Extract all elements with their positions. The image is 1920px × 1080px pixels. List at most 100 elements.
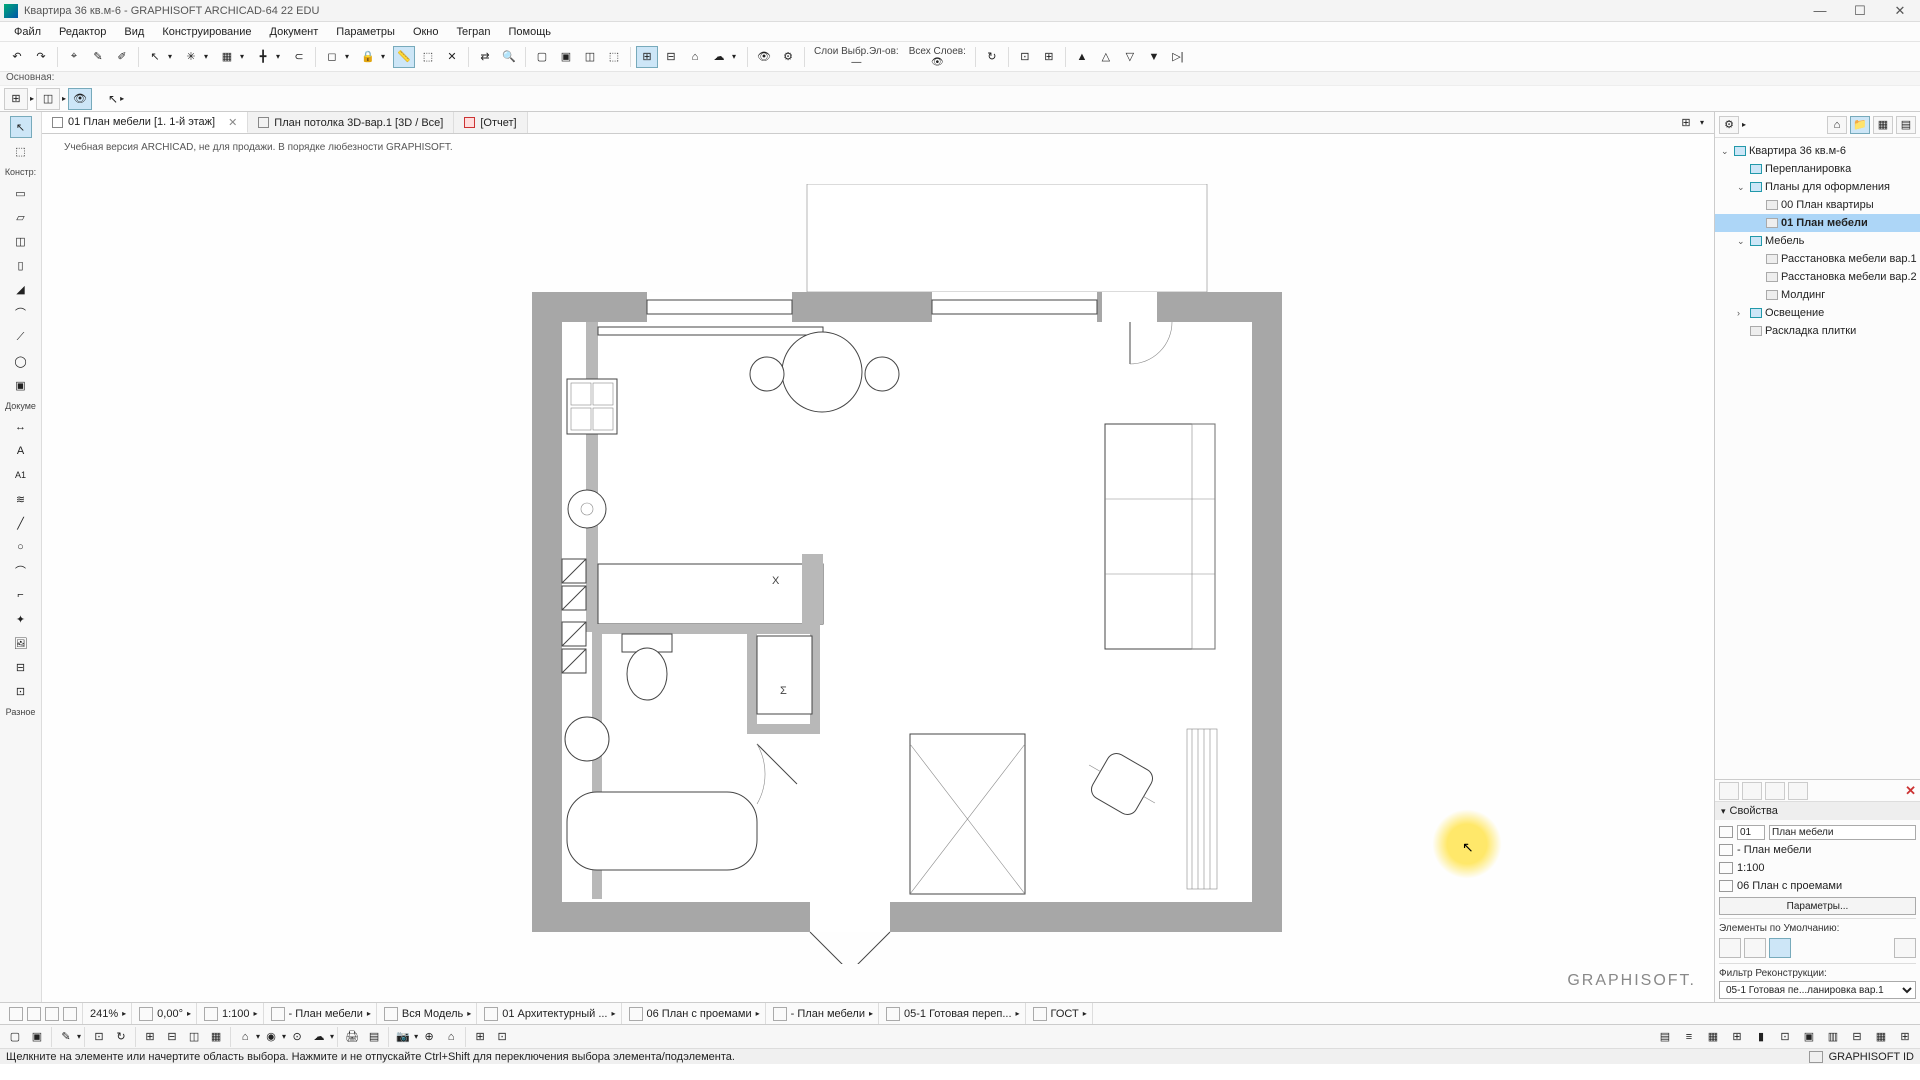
- bt-3[interactable]: ✎: [55, 1027, 77, 1047]
- nav-publish-icon[interactable]: ▤: [1896, 116, 1916, 134]
- bt-15[interactable]: ▤: [363, 1027, 385, 1047]
- bt-1[interactable]: ▢: [4, 1027, 26, 1047]
- align2-icon[interactable]: ⊞: [1038, 46, 1060, 68]
- default-btn-4[interactable]: [1894, 938, 1916, 958]
- next-icon[interactable]: ▷|: [1167, 46, 1189, 68]
- menu-window[interactable]: Окно: [405, 24, 447, 40]
- prop-close-icon[interactable]: ✕: [1905, 783, 1916, 799]
- bt-18[interactable]: ⌂: [440, 1027, 462, 1047]
- bt-6[interactable]: ⊞: [139, 1027, 161, 1047]
- br-9[interactable]: ⊟: [1846, 1027, 1868, 1047]
- graphisoft-id[interactable]: GRAPHISOFT ID: [1829, 1051, 1914, 1063]
- tree-item[interactable]: ⌄Мебель: [1715, 232, 1920, 250]
- name-field[interactable]: [1769, 825, 1916, 840]
- bt-12[interactable]: ⊙: [286, 1027, 308, 1047]
- br-4[interactable]: ⊞: [1726, 1027, 1748, 1047]
- zoom-in-icon[interactable]: [45, 1007, 59, 1021]
- line-tool[interactable]: ╱: [10, 512, 32, 534]
- tree-item[interactable]: 00 План квартиры: [1715, 196, 1920, 214]
- prop-btn-1[interactable]: [1719, 782, 1739, 800]
- circle-tool[interactable]: ○: [10, 536, 32, 558]
- prop-btn-2[interactable]: [1742, 782, 1762, 800]
- up-icon[interactable]: ▲: [1071, 46, 1093, 68]
- nav-settings-icon[interactable]: ⚙: [1719, 116, 1739, 134]
- default-btn-1[interactable]: [1719, 938, 1741, 958]
- menu-help[interactable]: Помощь: [500, 24, 559, 40]
- snap-guide-icon[interactable]: ⊟: [660, 46, 682, 68]
- gear-icon[interactable]: ⚙: [777, 46, 799, 68]
- br-1[interactable]: ▤: [1654, 1027, 1676, 1047]
- menu-terrain[interactable]: Teгрan: [449, 24, 499, 40]
- wall-tool[interactable]: ▭: [10, 182, 32, 204]
- arrow-tool[interactable]: ↖: [10, 116, 32, 138]
- marquee-tool[interactable]: ⬚: [10, 140, 32, 162]
- find-icon[interactable]: 🔍: [498, 46, 520, 68]
- scale-value[interactable]: 1:100: [222, 1008, 250, 1020]
- menu-design[interactable]: Конструирование: [154, 24, 259, 40]
- filter-select[interactable]: 05-1 Готовая пе...ланировка вар.1: [1719, 981, 1916, 999]
- tab-3d[interactable]: План потолка 3D-вар.1 [3D / Все]: [248, 112, 454, 133]
- tab-report[interactable]: [Отчет]: [454, 112, 527, 133]
- bt-8[interactable]: ◫: [183, 1027, 205, 1047]
- lock-icon[interactable]: 🔒: [357, 46, 379, 68]
- navigator-tree[interactable]: ⌄Квартира 36 кв.м-6Перепланировка⌄Планы …: [1715, 138, 1920, 779]
- bt-14[interactable]: 🖨: [341, 1027, 363, 1047]
- fill-tool[interactable]: ≋: [10, 488, 32, 510]
- box2-icon[interactable]: ▣: [555, 46, 577, 68]
- section-tool[interactable]: ⊟: [10, 656, 32, 678]
- tree-item[interactable]: 01 План мебели: [1715, 214, 1920, 232]
- model-value[interactable]: Вся Модель: [402, 1008, 463, 1020]
- bt-11[interactable]: ◉: [260, 1027, 282, 1047]
- grid-icon[interactable]: ▦: [216, 46, 238, 68]
- bt-17[interactable]: ⊕: [418, 1027, 440, 1047]
- box3-icon[interactable]: ◫: [579, 46, 601, 68]
- box1-icon[interactable]: ▢: [531, 46, 553, 68]
- nav-folder-icon[interactable]: 📁: [1850, 116, 1870, 134]
- measure-icon[interactable]: ⬚: [417, 46, 439, 68]
- quick-btn-1[interactable]: ⊞: [4, 88, 28, 110]
- zoom-value[interactable]: 241%: [90, 1008, 118, 1020]
- zoom-out-icon[interactable]: [63, 1007, 77, 1021]
- morph-tool[interactable]: ◯: [10, 350, 32, 372]
- up2-icon[interactable]: △: [1095, 46, 1117, 68]
- br-7[interactable]: ▣: [1798, 1027, 1820, 1047]
- arrow-icon[interactable]: ↖: [144, 46, 166, 68]
- ready-value[interactable]: 05-1 Готовая переп...: [904, 1008, 1012, 1020]
- home-icon[interactable]: ⌂: [684, 46, 706, 68]
- bt-20[interactable]: ⊡: [491, 1027, 513, 1047]
- cloud-icon[interactable]: ☁: [708, 46, 730, 68]
- tree-item[interactable]: Молдинг: [1715, 286, 1920, 304]
- spline-tool[interactable]: ✦: [10, 608, 32, 630]
- tree-item[interactable]: Перепланировка: [1715, 160, 1920, 178]
- angle-value[interactable]: 0,00°: [157, 1008, 183, 1020]
- bt-5[interactable]: ↻: [110, 1027, 132, 1047]
- redo-icon[interactable]: ↷: [30, 46, 52, 68]
- ruler-icon[interactable]: 📏: [393, 46, 415, 68]
- nav-layout-icon[interactable]: ▦: [1873, 116, 1893, 134]
- arch-value[interactable]: 01 Архитектурный ...: [502, 1008, 607, 1020]
- align-icon[interactable]: ⊡: [1014, 46, 1036, 68]
- bt-7[interactable]: ⊟: [161, 1027, 183, 1047]
- syringe-icon[interactable]: ✎: [87, 46, 109, 68]
- canvas[interactable]: Учебная версия ARCHICAD, не для продажи.…: [42, 134, 1714, 1002]
- br-6[interactable]: ⊡: [1774, 1027, 1796, 1047]
- menu-document[interactable]: Документ: [262, 24, 327, 40]
- label-tool[interactable]: A1: [10, 464, 32, 486]
- zoom-prev-icon[interactable]: [27, 1007, 41, 1021]
- tree-item[interactable]: Расстановка мебели вар.2: [1715, 268, 1920, 286]
- tree-item[interactable]: ›Освещение: [1715, 304, 1920, 322]
- undo-icon[interactable]: ↶: [6, 46, 28, 68]
- default-btn-2[interactable]: [1744, 938, 1766, 958]
- arc-tool[interactable]: ⌒: [10, 560, 32, 582]
- bt-9[interactable]: ▦: [205, 1027, 227, 1047]
- close-button[interactable]: ✕: [1880, 0, 1920, 22]
- gridsnap-icon[interactable]: ╋: [252, 46, 274, 68]
- br-8[interactable]: ▥: [1822, 1027, 1844, 1047]
- bt-13[interactable]: ☁: [308, 1027, 330, 1047]
- eyedropper-icon[interactable]: ⌖: [63, 46, 85, 68]
- trace-icon[interactable]: ⇄: [474, 46, 496, 68]
- br-3[interactable]: ▦: [1702, 1027, 1724, 1047]
- beam-tool[interactable]: ▯: [10, 254, 32, 276]
- tree-item[interactable]: Расстановка мебели вар.1: [1715, 250, 1920, 268]
- elevation-tool[interactable]: ⊡: [10, 680, 32, 702]
